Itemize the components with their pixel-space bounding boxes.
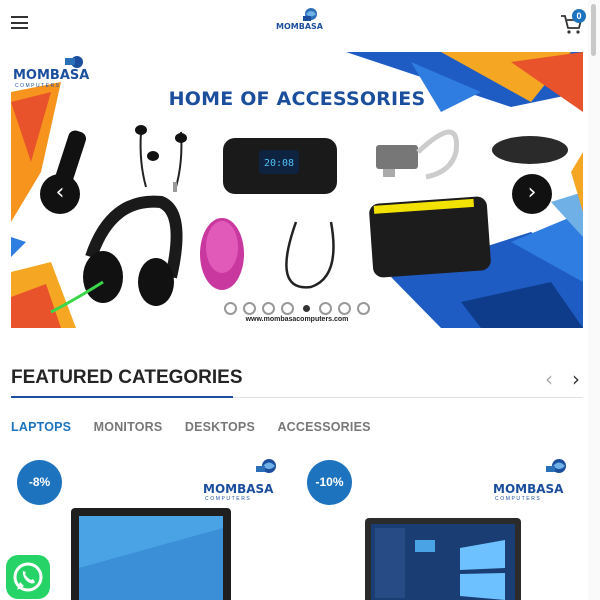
hamburger-menu-icon[interactable] bbox=[11, 16, 28, 29]
section-title: FEATURED CATEGORIES bbox=[11, 367, 243, 388]
brand-text: MOMBASA bbox=[493, 482, 564, 496]
chevron-left-icon: ‹ bbox=[55, 180, 65, 205]
tab-laptops[interactable]: LAPTOPS bbox=[11, 420, 71, 434]
slider-dot[interactable] bbox=[338, 302, 351, 315]
tab-desktops[interactable]: DESKTOPS bbox=[185, 420, 255, 434]
brand-text: MOMBASA bbox=[203, 482, 274, 496]
brand-subtext: COMPUTERS bbox=[205, 496, 252, 502]
brand-globe-icon bbox=[546, 459, 566, 473]
logo-text: MOMBASA bbox=[276, 22, 323, 31]
site-header: MOMBASA 0 bbox=[0, 0, 600, 48]
site-logo[interactable]: MOMBASA bbox=[270, 6, 330, 36]
carousel-next-button[interactable]: › bbox=[572, 367, 580, 391]
chevron-right-icon: › bbox=[527, 180, 537, 205]
chevron-left-icon: ‹ bbox=[545, 367, 553, 391]
product-card[interactable]: -8% MOMBASA COMPUTERS bbox=[11, 450, 286, 600]
tab-monitors[interactable]: MONITORS bbox=[94, 420, 163, 434]
product-brand-logo: MOMBASA COMPUTERS bbox=[493, 458, 573, 502]
slider-dot[interactable] bbox=[243, 302, 256, 315]
section-title-underline bbox=[11, 396, 233, 398]
chevron-right-icon: › bbox=[572, 367, 580, 391]
discount-badge: -8% bbox=[17, 460, 62, 505]
slider-dot[interactable] bbox=[319, 302, 332, 315]
banner-logo-text: MOMBASA bbox=[13, 68, 90, 83]
slider-prev-button[interactable]: ‹ bbox=[40, 174, 80, 214]
category-tabs: LAPTOPS MONITORS DESKTOPS ACCESSORIES bbox=[11, 418, 389, 434]
slider-dot[interactable] bbox=[303, 305, 310, 312]
banner-title: HOME OF ACCESSORIES bbox=[168, 88, 426, 110]
logo-globe-icon bbox=[303, 8, 317, 21]
laptop-image bbox=[71, 508, 231, 600]
cart-count-badge: 0 bbox=[572, 9, 586, 23]
discount-badge: -10% bbox=[307, 460, 352, 505]
hero-slider: 20:08 MOMBASA COMPUTERS HOME OF ACCESSOR… bbox=[11, 52, 583, 328]
page-scrollbar[interactable] bbox=[588, 0, 600, 600]
carousel-prev-button[interactable]: ‹ bbox=[545, 367, 553, 391]
whatsapp-icon bbox=[13, 562, 43, 592]
slider-dot[interactable] bbox=[262, 302, 275, 315]
whatsapp-chat-button[interactable] bbox=[6, 555, 50, 599]
laptop-image bbox=[365, 518, 521, 600]
banner-url: www.mombasacomputers.com bbox=[245, 316, 349, 323]
product-brand-logo: MOMBASA COMPUTERS bbox=[203, 458, 283, 502]
brand-subtext: COMPUTERS bbox=[495, 496, 542, 502]
brand-globe-icon bbox=[256, 459, 276, 473]
slider-dot[interactable] bbox=[224, 302, 237, 315]
svg-text:20:08: 20:08 bbox=[264, 158, 294, 169]
scrollbar-thumb[interactable] bbox=[591, 4, 596, 56]
slider-next-button[interactable]: › bbox=[512, 174, 552, 214]
product-card[interactable]: -10% MOMBASA COMPUTERS bbox=[301, 450, 576, 600]
slider-dot[interactable] bbox=[281, 302, 294, 315]
tab-accessories[interactable]: ACCESSORIES bbox=[277, 420, 370, 434]
slider-dot[interactable] bbox=[357, 302, 370, 315]
